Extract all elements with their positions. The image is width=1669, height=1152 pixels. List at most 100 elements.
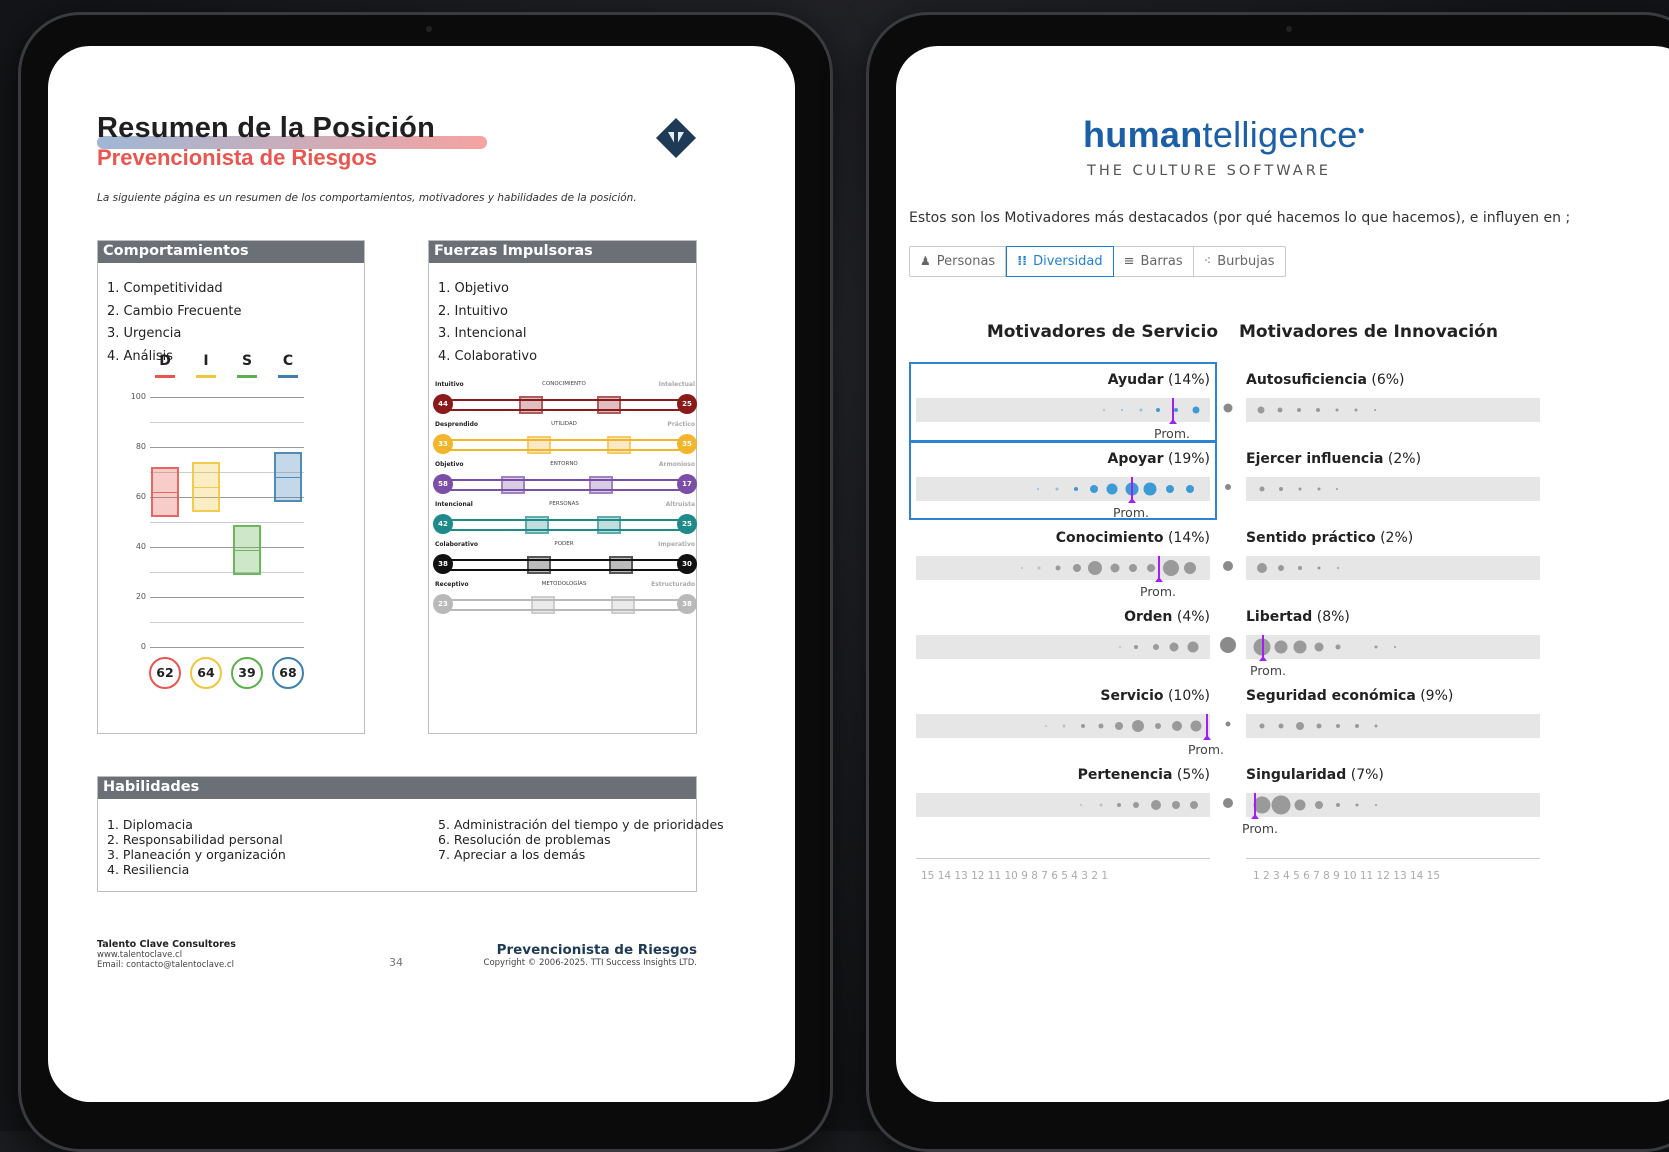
data-dot (1045, 725, 1047, 727)
data-dot (1336, 724, 1340, 728)
data-dot (1297, 408, 1301, 412)
motivator-label-left[interactable]: Apoyar (19%) (1108, 451, 1210, 467)
motivator-label-right[interactable]: Autosuficiencia (6%) (1246, 372, 1405, 388)
gridline (150, 547, 304, 548)
disc-score-s: 39 (231, 657, 263, 689)
data-dot (1374, 645, 1378, 649)
bar-midline (276, 477, 300, 478)
average-marker (1251, 793, 1259, 819)
motivator-label-right[interactable]: Seguridad económica (9%) (1246, 688, 1453, 704)
skills-list-1: 1. Diplomacia 2. Responsabilidad persona… (107, 817, 286, 877)
motivator-label-left[interactable]: Servicio (10%) (1100, 688, 1210, 704)
list-item: 2. Responsabilidad personal (107, 832, 283, 847)
driver-range-box (597, 516, 621, 534)
data-dot (1374, 409, 1376, 411)
average-marker (1155, 556, 1163, 582)
driver-scale (447, 596, 681, 614)
footer-right: Prevencionista de Riesgos Copyright © 20… (484, 942, 697, 968)
disc-score-c: 68 (272, 657, 304, 689)
list-item: 4. Colaborativo (438, 348, 538, 364)
data-dot (1062, 724, 1066, 728)
motivator-name: Autosuficiencia (1246, 372, 1367, 388)
data-dot (1317, 566, 1321, 570)
track-right (1246, 714, 1540, 738)
driver-right-score: 35 (677, 434, 697, 454)
driver-range-box (525, 516, 549, 534)
track-right (1246, 398, 1540, 422)
driver-right-label: Altruista (665, 501, 695, 508)
data-dot (1021, 567, 1023, 569)
y-tick-label: 100 (130, 392, 146, 401)
data-dot (1293, 640, 1307, 654)
app-screen: humantelligence● THE CULTURE SOFTWARE Es… (896, 46, 1669, 1102)
camera (1286, 26, 1292, 32)
data-dot (1037, 488, 1039, 490)
driver-left-score: 42 (433, 514, 453, 534)
motivator-label-right[interactable]: Libertad (8%) (1246, 609, 1350, 625)
y-tick-label: 60 (135, 492, 146, 501)
y-tick-label: 20 (135, 592, 146, 601)
data-dot (1074, 487, 1078, 491)
center-dot (1223, 561, 1233, 571)
average-marker (1128, 477, 1136, 503)
data-dot (1315, 801, 1323, 809)
page-title: Resumen de la Posición (97, 112, 435, 144)
motivator-label-right[interactable]: Sentido práctico (2%) (1246, 530, 1413, 546)
track-left (916, 398, 1210, 422)
drivers-list: 1. Objetivo 2. Intuitivo 3. Intencional … (429, 263, 696, 368)
disc-score-d: 62 (149, 657, 181, 689)
data-dot (1166, 485, 1174, 493)
section-heading: Habilidades (98, 777, 696, 799)
motivator-label-left[interactable]: Orden (4%) (1124, 609, 1210, 625)
skills-section: Habilidades 1. Diplomacia 2. Responsabil… (97, 776, 724, 892)
motivator-name: Servicio (1100, 688, 1164, 704)
driver-right-label: Estructurado (651, 581, 695, 588)
center-dot (1225, 721, 1231, 727)
data-dot (1139, 408, 1143, 412)
motivator-name: Apoyar (1107, 451, 1164, 467)
section-heading: Fuerzas Impulsoras (429, 241, 696, 263)
footer-left: Talento Clave Consultores www.talentocla… (97, 939, 236, 970)
motivator-label-left[interactable]: Ayudar (14%) (1108, 372, 1210, 388)
average-marker (1203, 714, 1211, 740)
report-page: Resumen de la Posición Prevencionista de… (48, 46, 795, 1102)
motivator-pct: (2%) (1375, 530, 1414, 546)
data-dot (1278, 723, 1284, 729)
list-item: 3. Planeación y organización (107, 847, 286, 862)
axis-line-right (1246, 858, 1540, 859)
data-dot (1190, 801, 1198, 809)
driver-center-label: UTILIDAD (551, 421, 577, 427)
gridline-minor (150, 622, 304, 623)
gridline (150, 397, 304, 398)
data-dot (1335, 644, 1341, 650)
motivator-label-left[interactable]: Conocimiento (14%) (1056, 530, 1210, 546)
data-dot (1134, 645, 1138, 649)
motivator-label-right[interactable]: Singularidad (7%) (1246, 767, 1384, 783)
motivator-name: Pertenencia (1077, 767, 1173, 783)
data-dot (1190, 720, 1202, 732)
data-dot (1394, 646, 1396, 648)
driver-scale (447, 516, 681, 534)
data-dot (1296, 722, 1304, 730)
motivator-label-right[interactable]: Ejercer influencia (2%) (1246, 451, 1421, 467)
data-dot (1099, 803, 1103, 807)
footer-copyright: Copyright © 2006-2025. TTI Success Insig… (483, 958, 697, 968)
list-item: 6. Resolución de problemas (438, 832, 611, 847)
motivator-label-left[interactable]: Pertenencia (5%) (1078, 767, 1210, 783)
motivator-pct: (14%) (1163, 372, 1210, 388)
data-dot (1317, 487, 1321, 491)
motivator-pct: (5%) (1172, 767, 1210, 783)
gridline (150, 647, 304, 648)
intro-text: La siguiente página es un resumen de los… (97, 192, 637, 204)
company-web: www.talentoclave.cl (97, 950, 183, 960)
data-dot (1336, 488, 1338, 490)
average-label: Prom. (1140, 584, 1176, 599)
disc-score-i: 64 (190, 657, 222, 689)
drivers-section: Fuerzas Impulsoras 1. Objetivo 2. Intuit… (428, 240, 697, 734)
data-dot (1129, 564, 1137, 572)
driver-left-score: 58 (433, 474, 453, 494)
motivator-pct: (2%) (1383, 451, 1422, 467)
average-label: Prom. (1113, 505, 1149, 520)
motivator-name: Orden (1124, 609, 1173, 625)
data-dot (1294, 799, 1306, 811)
